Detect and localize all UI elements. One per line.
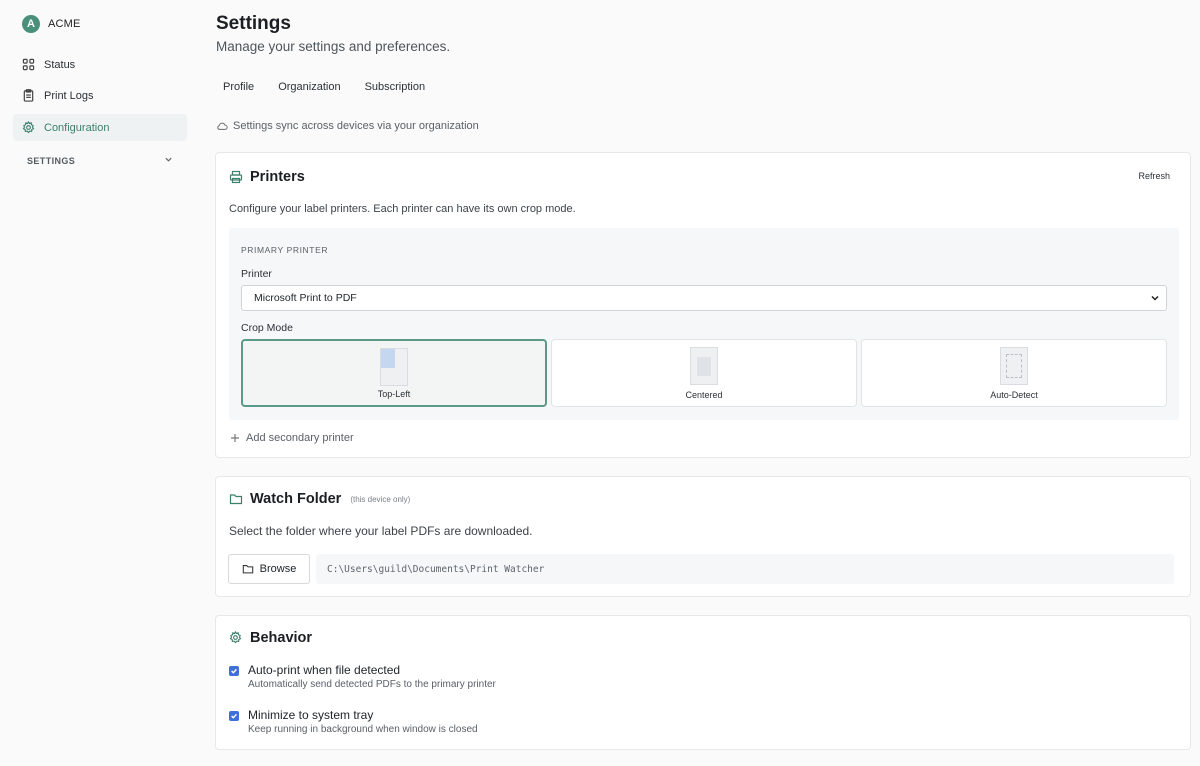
refresh-button[interactable]: Refresh (1138, 171, 1170, 181)
printer-select[interactable]: Microsoft Print to PDF (241, 285, 1167, 311)
printer-icon (229, 170, 243, 184)
sync-note-text: Settings sync across devices via your or… (233, 120, 479, 132)
printers-description: Configure your label printers. Each prin… (229, 203, 576, 215)
watch-folder-path: C:\Users\guild\Documents\Print Watcher (316, 554, 1174, 584)
printers-title: Printers (229, 169, 305, 185)
sidebar-item-configuration[interactable]: Configuration (13, 114, 187, 141)
browse-button[interactable]: Browse (228, 554, 310, 584)
printer-field-label: Printer (241, 268, 272, 280)
minimize-tray-option: Minimize to system tray Keep running in … (229, 708, 478, 735)
behavior-card: Behavior Auto-print when file detected A… (215, 615, 1191, 750)
page-subtitle: Manage your settings and preferences. (216, 39, 451, 54)
grid-icon (22, 58, 36, 72)
tab-organization[interactable]: Organization (271, 79, 347, 95)
crop-thumbnail-icon (380, 348, 408, 386)
printers-card: Printers Refresh Configure your label pr… (215, 152, 1191, 458)
sidebar: A ACME Status Print Logs Configuration S… (0, 0, 200, 766)
brand[interactable]: A ACME (22, 15, 81, 33)
auto-print-option: Auto-print when file detected Automatica… (229, 663, 496, 690)
behavior-title: Behavior (229, 630, 312, 646)
plus-icon (230, 433, 240, 443)
section-label: SETTINGS (27, 155, 76, 166)
clipboard-icon (22, 88, 36, 103)
gear-icon (22, 120, 36, 135)
auto-print-checkbox[interactable] (229, 666, 239, 676)
settings-section-toggle[interactable]: SETTINGS (27, 155, 173, 166)
watch-folder-title-text: Watch Folder (250, 491, 342, 507)
gear-icon (229, 631, 243, 645)
tab-bar: Profile Organization Subscription (216, 79, 442, 95)
cloud-icon (216, 120, 228, 132)
crop-option-label: Auto-Detect (990, 390, 1038, 400)
auto-print-label: Auto-print when file detected (248, 663, 401, 677)
crop-thumbnail-icon (690, 347, 718, 385)
minimize-tray-description: Keep running in background when window i… (248, 724, 478, 735)
folder-icon (242, 563, 254, 575)
device-only-note: (this device only) (350, 494, 411, 504)
brand-avatar: A (22, 15, 40, 33)
add-secondary-label: Add secondary printer (246, 432, 354, 444)
crop-option-top-left[interactable]: Top-Left (241, 339, 547, 407)
tab-subscription[interactable]: Subscription (358, 79, 433, 95)
folder-icon (229, 492, 243, 506)
behavior-title-text: Behavior (250, 630, 313, 646)
minimize-tray-checkbox[interactable] (229, 711, 239, 721)
chevron-down-icon (164, 155, 173, 166)
browse-label: Browse (259, 563, 297, 575)
primary-printer-panel: PRIMARY PRINTER Printer Microsoft Print … (229, 228, 1179, 420)
primary-printer-label: PRIMARY PRINTER (241, 245, 329, 255)
sidebar-item-status[interactable]: Status (13, 51, 187, 78)
minimize-tray-label: Minimize to system tray (248, 708, 374, 722)
printers-title-text: Printers (250, 169, 305, 185)
watch-folder-card: Watch Folder (this device only) Select t… (215, 476, 1191, 597)
chevron-down-icon (1150, 293, 1160, 303)
sync-note: Settings sync across devices via your or… (216, 120, 479, 132)
tab-profile[interactable]: Profile (216, 79, 261, 95)
sidebar-item-print-logs[interactable]: Print Logs (13, 82, 187, 109)
watch-folder-title: Watch Folder (this device only) (229, 491, 410, 507)
page-title: Settings (216, 13, 291, 34)
add-secondary-printer-button[interactable]: Add secondary printer (230, 432, 354, 444)
crop-thumbnail-icon (1000, 347, 1028, 385)
crop-mode-label: Crop Mode (241, 322, 293, 334)
crop-option-label: Centered (685, 390, 723, 400)
sidebar-item-label: Status (44, 58, 76, 71)
auto-print-description: Automatically send detected PDFs to the … (248, 679, 496, 690)
sidebar-item-label: Print Logs (44, 89, 94, 102)
brand-name: ACME (48, 18, 81, 30)
crop-option-auto-detect[interactable]: Auto-Detect (861, 339, 1167, 407)
crop-option-centered[interactable]: Centered (551, 339, 857, 407)
sidebar-item-label: Configuration (44, 121, 110, 134)
crop-option-label: Top-Left (377, 389, 411, 399)
printer-select-value: Microsoft Print to PDF (254, 292, 357, 304)
watch-folder-description: Select the folder where your label PDFs … (229, 524, 533, 538)
